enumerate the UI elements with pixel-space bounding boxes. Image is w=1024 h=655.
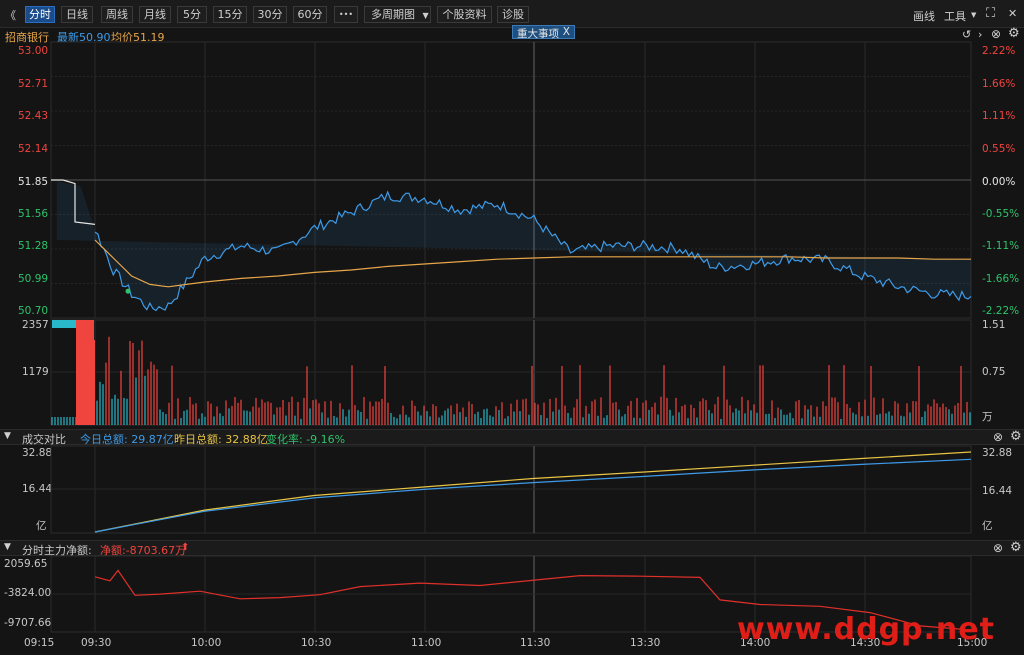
today-turnover-line: [94, 458, 972, 533]
volume-bar: [52, 320, 76, 328]
yesterday-turnover-line: [94, 451, 972, 533]
watermark: www.ddgp.net: [737, 612, 995, 647]
price-line: [94, 190, 972, 312]
intraday-chart[interactable]: [0, 0, 1024, 655]
signal-dot: [125, 288, 131, 294]
price-area: [56, 181, 972, 311]
volume-bar: [76, 340, 95, 425]
volume-bar: [76, 320, 94, 342]
